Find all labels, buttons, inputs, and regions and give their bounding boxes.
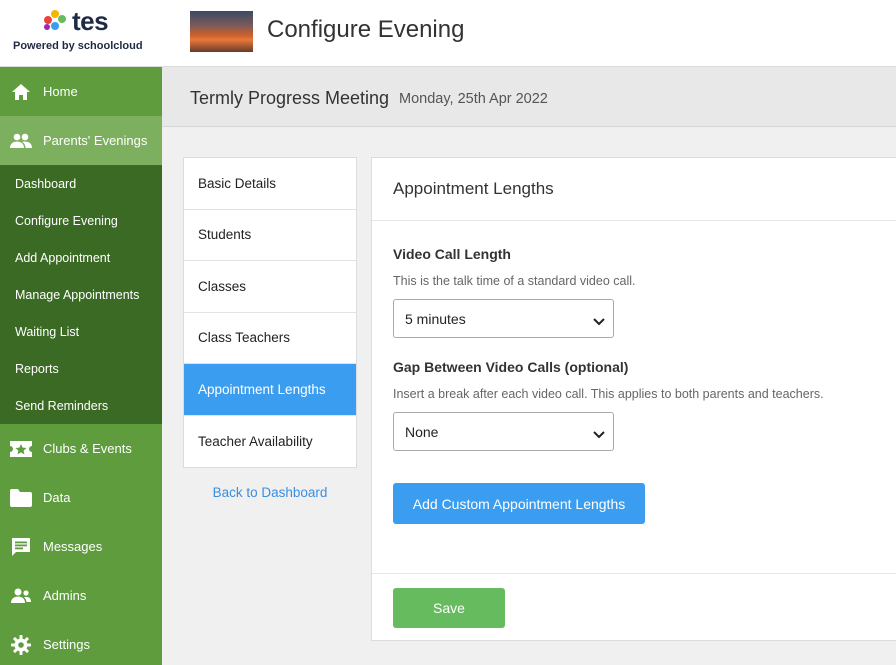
sidebar-item-home[interactable]: Home xyxy=(0,67,162,116)
back-to-dashboard-link[interactable]: Back to Dashboard xyxy=(183,485,357,500)
logo-dots-icon xyxy=(44,10,70,32)
sidebar-item-label: Settings xyxy=(43,637,90,652)
panel-divider xyxy=(372,573,896,574)
meeting-bar: Termly Progress Meeting Monday, 25th Apr… xyxy=(162,67,896,127)
add-custom-appointment-lengths-button[interactable]: Add Custom Appointment Lengths xyxy=(393,483,645,524)
powered-prefix: Powered by xyxy=(13,40,78,52)
video-call-length-value: 5 minutes xyxy=(405,310,466,327)
sidebar-subitem-configure-evening[interactable]: Configure Evening xyxy=(0,202,162,239)
logo-text: tes xyxy=(72,6,109,36)
gap-label: Gap Between Video Calls (optional) xyxy=(393,359,629,375)
powered-by: Powered by schoolcloud xyxy=(13,40,143,52)
sidebar-subitem-add-appointment[interactable]: Add Appointment xyxy=(0,239,162,276)
gap-help: Insert a break after each video call. Th… xyxy=(393,387,824,401)
gap-value: None xyxy=(405,423,439,440)
sidebar-item-label: Parents' Evenings xyxy=(43,133,148,148)
panel-title: Appointment Lengths xyxy=(372,158,896,221)
gap-select[interactable]: None xyxy=(393,412,614,451)
sidebar-item-label: Messages xyxy=(43,539,103,554)
sidebar-item-admins[interactable]: Admins xyxy=(0,571,162,620)
parents-evenings-subnav: Dashboard Configure Evening Add Appointm… xyxy=(0,165,162,424)
gear-icon xyxy=(10,634,32,656)
admins-icon xyxy=(10,585,32,607)
sidebar: Home Parents' Evenings Dashboard Configu… xyxy=(0,67,162,665)
config-menu-classes[interactable]: Classes xyxy=(184,261,356,313)
config-menu-appointment-lengths[interactable]: Appointment Lengths xyxy=(184,364,356,416)
config-menu-basic-details[interactable]: Basic Details xyxy=(184,158,356,210)
sidebar-subitem-send-reminders[interactable]: Send Reminders xyxy=(0,387,162,424)
tes-logo[interactable]: tes Powered by schoolcloud xyxy=(0,0,162,67)
sidebar-item-label: Home xyxy=(43,84,78,99)
config-menu-teacher-availability[interactable]: Teacher Availability xyxy=(184,416,356,468)
evening-thumbnail xyxy=(190,11,253,52)
people-icon xyxy=(10,130,32,152)
meeting-date: Monday, 25th Apr 2022 xyxy=(399,91,548,107)
sidebar-item-label: Data xyxy=(43,490,71,505)
save-button[interactable]: Save xyxy=(393,588,505,628)
sidebar-item-settings[interactable]: Settings xyxy=(0,620,162,665)
sidebar-item-label: Clubs & Events xyxy=(43,441,132,456)
video-call-length-select[interactable]: 5 minutes xyxy=(393,299,614,338)
folder-icon xyxy=(10,487,32,509)
video-call-length-label: Video Call Length xyxy=(393,246,511,262)
sidebar-item-data[interactable]: Data xyxy=(0,473,162,522)
video-call-length-help: This is the talk time of a standard vide… xyxy=(393,274,636,288)
chevron-down-icon xyxy=(593,426,605,442)
sidebar-item-label: Admins xyxy=(43,588,87,603)
meeting-name: Termly Progress Meeting xyxy=(190,88,390,108)
config-menu-class-teachers[interactable]: Class Teachers xyxy=(184,313,356,364)
logo-mark: tes xyxy=(44,6,109,36)
sidebar-item-messages[interactable]: Messages xyxy=(0,522,162,571)
star-ticket-icon xyxy=(10,438,32,460)
sidebar-subitem-manage-appointments[interactable]: Manage Appointments xyxy=(0,276,162,313)
powered-brand: schoolcloud xyxy=(77,40,143,52)
chevron-down-icon xyxy=(593,313,605,329)
sidebar-subitem-dashboard[interactable]: Dashboard xyxy=(0,165,162,202)
config-menu-students[interactable]: Students xyxy=(184,210,356,261)
home-icon xyxy=(10,81,32,103)
message-icon xyxy=(10,536,32,558)
appointment-lengths-panel: Appointment Lengths Video Call Length Th… xyxy=(371,157,896,641)
configure-menu: Basic Details Students Classes Class Tea… xyxy=(183,157,357,468)
sidebar-subitem-waiting-list[interactable]: Waiting List xyxy=(0,313,162,350)
top-header: tes Powered by schoolcloud Configure Eve… xyxy=(0,0,896,67)
sidebar-item-parents-evenings[interactable]: Parents' Evenings xyxy=(0,116,162,165)
sidebar-subitem-reports[interactable]: Reports xyxy=(0,350,162,387)
page-title: Configure Evening xyxy=(267,16,465,43)
sidebar-item-clubs-events[interactable]: Clubs & Events xyxy=(0,424,162,473)
